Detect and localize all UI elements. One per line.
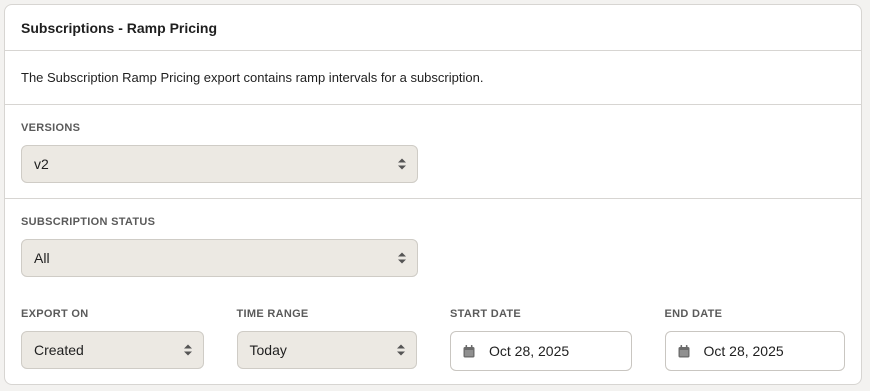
select-chevrons-icon <box>183 344 192 356</box>
export-on-select[interactable]: Created <box>21 331 204 369</box>
export-card: Subscriptions - Ramp Pricing The Subscri… <box>4 4 862 385</box>
subscription-status-section: SUBSCRIPTION STATUS All <box>5 199 861 293</box>
versions-select[interactable]: v2 <box>21 145 418 183</box>
time-range-label: TIME RANGE <box>236 308 309 320</box>
start-date-value: Oct 28, 2025 <box>489 343 570 359</box>
start-date-input[interactable]: Oct 28, 2025 <box>450 331 632 371</box>
versions-value: v2 <box>34 156 49 172</box>
select-chevrons-icon <box>398 252 406 264</box>
card-title: Subscriptions - Ramp Pricing <box>5 5 861 51</box>
export-on-field: EXPORT ON Created <box>21 307 204 371</box>
versions-label: VERSIONS <box>21 122 81 134</box>
select-chevrons-icon <box>398 158 406 170</box>
start-date-field: START DATE Oct 28, 2025 <box>450 307 632 371</box>
end-date-value: Oct 28, 2025 <box>703 343 784 359</box>
start-date-label: START DATE <box>450 308 522 320</box>
export-on-label: EXPORT ON <box>21 308 89 320</box>
calendar-icon <box>678 344 689 357</box>
select-chevrons-icon <box>397 344 405 356</box>
export-filters-row: EXPORT ON Created TIME RANGE Today START… <box>5 293 861 371</box>
end-date-label: END DATE <box>664 308 723 320</box>
calendar-icon <box>463 344 475 357</box>
time-range-select[interactable]: Today <box>236 331 417 369</box>
subscription-status-select[interactable]: All <box>21 239 418 277</box>
subscription-status-label: SUBSCRIPTION STATUS <box>21 216 156 228</box>
subscription-status-value: All <box>34 250 50 266</box>
versions-section: VERSIONS v2 <box>5 105 861 199</box>
export-on-value: Created <box>34 342 84 358</box>
time-range-value: Today <box>249 342 287 358</box>
time-range-field: TIME RANGE Today <box>236 307 417 371</box>
end-date-field: END DATE Oct 28, 2025 <box>664 307 845 371</box>
card-description: The Subscription Ramp Pricing export con… <box>5 51 861 105</box>
end-date-input[interactable]: Oct 28, 2025 <box>664 331 845 371</box>
